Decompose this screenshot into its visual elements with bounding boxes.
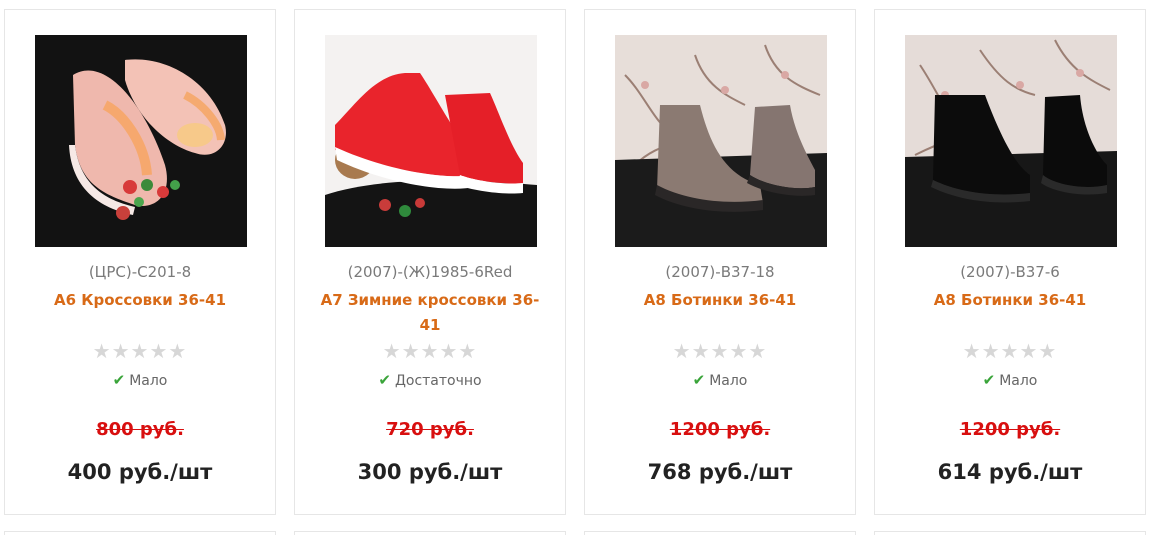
pink-sneakers-photo: [35, 35, 247, 247]
product-image-link[interactable]: [615, 35, 827, 247]
rating-stars[interactable]: ★★★★★: [5, 341, 275, 361]
next-product-card: [874, 531, 1146, 535]
black-boots-photo: [905, 35, 1117, 247]
product-title-link[interactable]: А8 Ботинки 36-41: [610, 288, 830, 313]
next-product-card: [584, 531, 856, 535]
old-price: 800 руб.: [96, 419, 184, 440]
check-icon: ✔: [378, 371, 391, 389]
stock-status: ✔ Мало: [585, 371, 855, 389]
rating-stars[interactable]: ★★★★★: [295, 341, 565, 361]
current-price: 400 руб./шт: [67, 460, 213, 484]
stock-status: ✔ Мало: [875, 371, 1145, 389]
next-product-card: [294, 531, 566, 535]
check-icon: ✔: [692, 371, 706, 389]
next-product-card: [4, 531, 276, 535]
product-title-link[interactable]: А6 Кроссовки 36-41: [30, 288, 250, 313]
stock-label: Мало: [709, 373, 748, 389]
stock-status: ✔ Мало: [5, 371, 275, 389]
current-price: 768 руб./шт: [647, 460, 793, 484]
stock-status: ✔ Достаточно: [295, 371, 565, 389]
product-image-link[interactable]: [905, 35, 1117, 247]
rating-stars[interactable]: ★★★★★: [875, 341, 1145, 361]
product-sku: (ЦРС)-С201-8: [88, 263, 192, 281]
rating-stars[interactable]: ★★★★★: [585, 341, 855, 361]
product-card[interactable]: (2007)-В37-6 А8 Ботинки 36-41 ★★★★★ ✔ Мал…: [874, 9, 1146, 515]
stock-label: Мало: [129, 373, 168, 389]
product-card[interactable]: (ЦРС)-С201-8 А6 Кроссовки 36-41 ★★★★★ ✔ М…: [4, 9, 276, 515]
product-image-link[interactable]: [35, 35, 247, 247]
current-price: 300 руб./шт: [357, 460, 503, 484]
product-sku: (2007)-В37-6: [960, 263, 1060, 281]
product-card[interactable]: (2007)-В37-18 А8 Ботинки 36-41 ★★★★★ ✔ Ма…: [584, 9, 856, 515]
old-price: 1200 руб.: [959, 419, 1061, 440]
red-winter-sneakers-photo: [325, 35, 537, 247]
product-title-link[interactable]: А7 Зимние кроссовки 36-41: [320, 288, 540, 338]
check-icon: ✔: [112, 371, 126, 389]
stock-label: Достаточно: [394, 373, 482, 389]
old-price: 720 руб.: [386, 419, 474, 440]
current-price: 614 руб./шт: [937, 460, 1083, 484]
old-price: 1200 руб.: [669, 419, 771, 440]
check-icon: ✔: [982, 371, 996, 389]
product-grid: (ЦРС)-С201-8 А6 Кроссовки 36-41 ★★★★★ ✔ М…: [0, 0, 1154, 535]
grey-boots-photo: [615, 35, 827, 247]
stock-label: Мало: [999, 373, 1038, 389]
product-sku: (2007)-(Ж)1985-6Red: [347, 263, 513, 281]
product-title-link[interactable]: А8 Ботинки 36-41: [900, 288, 1120, 313]
product-image-link[interactable]: [325, 35, 537, 247]
product-card[interactable]: (2007)-(Ж)1985-6Red А7 Зимние кроссовки …: [294, 9, 566, 515]
product-sku: (2007)-В37-18: [665, 263, 775, 281]
